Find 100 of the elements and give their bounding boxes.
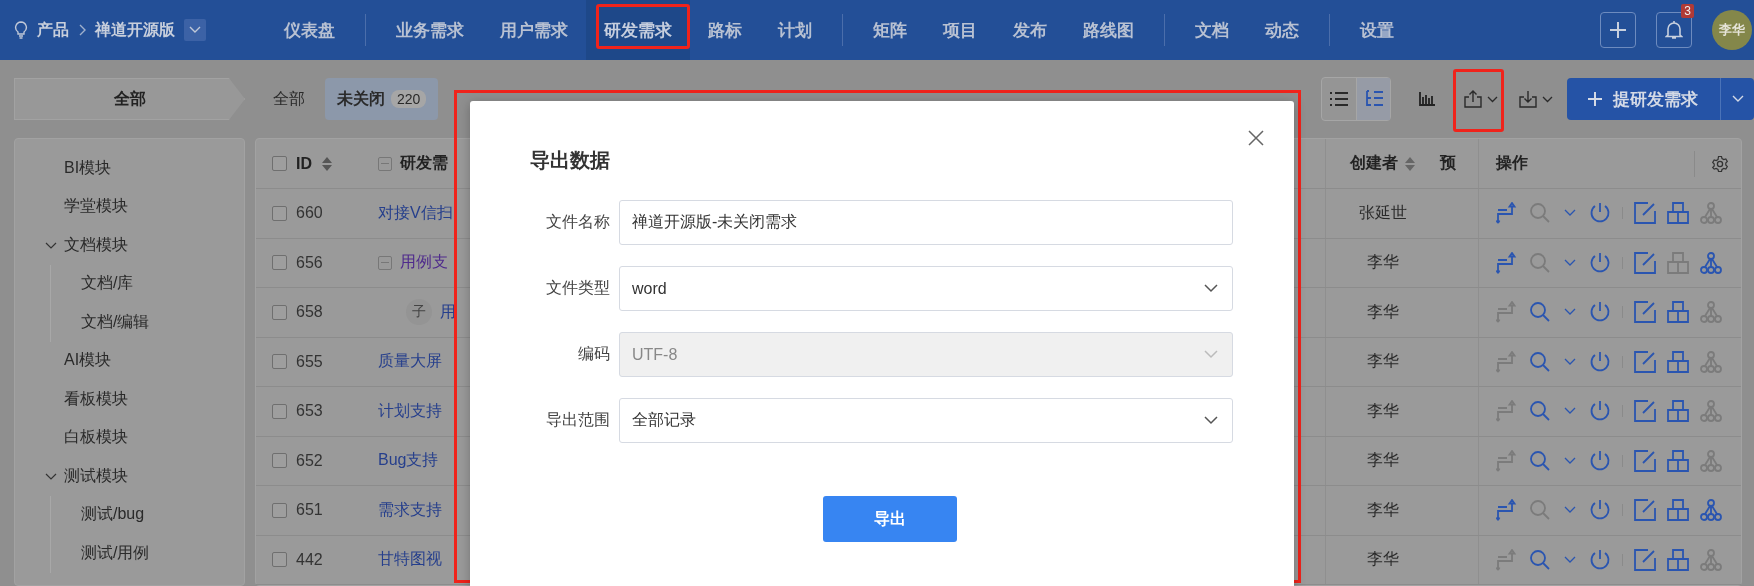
select-all-checkbox[interactable] (272, 156, 287, 171)
row-checkbox[interactable] (272, 403, 287, 419)
row-checkbox[interactable] (272, 304, 287, 320)
swap-arrows-icon[interactable] (1496, 301, 1518, 324)
story-title-link[interactable]: 甘特图视 (378, 549, 442, 571)
power-icon[interactable] (1589, 202, 1611, 225)
blocks-icon[interactable] (1667, 449, 1689, 472)
hierarchy-icon[interactable] (1700, 548, 1722, 571)
nav-tab[interactable]: 用户需求 (482, 0, 586, 60)
swap-arrows-icon[interactable] (1496, 449, 1518, 472)
column-header[interactable]: 创建者 (1350, 153, 1398, 174)
tree-item[interactable]: 文档/库 (81, 273, 134, 295)
tree-item[interactable]: 看板模块 (64, 388, 128, 410)
row-checkbox[interactable] (272, 502, 287, 518)
nav-tab[interactable]: 动态 (1247, 0, 1317, 60)
hierarchy-icon[interactable] (1700, 251, 1722, 274)
edit-icon[interactable] (1634, 548, 1656, 571)
column-header[interactable]: 研发需 (400, 153, 448, 174)
hierarchy-icon[interactable] (1700, 202, 1722, 225)
breadcrumb-item[interactable]: 产品 (37, 19, 69, 41)
story-title-link[interactable]: 对接V信扫 (378, 202, 453, 224)
nav-tab[interactable]: 业务需求 (378, 0, 482, 60)
collapse-toggle[interactable] (378, 255, 392, 270)
power-icon[interactable] (1589, 350, 1611, 373)
story-title-link[interactable]: 用 (440, 301, 456, 323)
edit-icon[interactable] (1634, 301, 1656, 324)
search-icon[interactable] (1529, 400, 1551, 423)
caret-icon[interactable] (1564, 456, 1576, 465)
add-button[interactable] (1600, 12, 1636, 48)
row-checkbox[interactable] (272, 205, 287, 221)
swap-arrows-icon[interactable] (1496, 499, 1518, 522)
nav-tab[interactable]: 矩阵 (855, 0, 925, 60)
search-icon[interactable] (1529, 449, 1551, 472)
power-icon[interactable] (1589, 400, 1611, 423)
select-field[interactable]: 全部记录 (619, 398, 1233, 443)
tree-item[interactable]: AI模块 (64, 350, 112, 372)
nav-tab[interactable]: 文档 (1177, 0, 1247, 60)
hierarchy-icon[interactable] (1700, 350, 1722, 373)
hierarchy-icon[interactable] (1700, 449, 1722, 472)
product-name[interactable]: 禅道开源版 (95, 19, 175, 41)
nav-tab[interactable]: 设置 (1342, 0, 1412, 60)
power-icon[interactable] (1589, 548, 1611, 571)
edit-icon[interactable] (1634, 400, 1656, 423)
close-icon[interactable] (1247, 129, 1265, 147)
search-icon[interactable] (1529, 202, 1551, 225)
caret-icon[interactable] (1564, 506, 1576, 515)
blocks-icon[interactable] (1667, 548, 1689, 571)
caret-icon[interactable] (1564, 555, 1576, 564)
row-checkbox[interactable] (272, 255, 287, 271)
power-icon[interactable] (1589, 251, 1611, 274)
swap-arrows-icon[interactable] (1496, 251, 1518, 274)
tree-view-button[interactable] (1356, 78, 1390, 120)
collapse-toggle[interactable] (378, 156, 392, 171)
sort-icon[interactable] (321, 155, 333, 172)
search-icon[interactable] (1529, 251, 1551, 274)
blocks-icon[interactable] (1667, 350, 1689, 373)
story-title-link[interactable]: 计划支持 (378, 400, 442, 422)
edit-icon[interactable] (1634, 499, 1656, 522)
hierarchy-icon[interactable] (1700, 301, 1722, 324)
nav-tab[interactable]: 计划 (760, 0, 830, 60)
nav-tab[interactable]: 研发需求 (586, 0, 690, 60)
scope-selector[interactable]: 全部 (14, 78, 245, 120)
blocks-icon[interactable] (1667, 499, 1689, 522)
settings-icon[interactable] (1711, 154, 1729, 173)
filter-tab[interactable]: 全部 (261, 78, 317, 120)
blocks-icon[interactable] (1667, 251, 1689, 274)
edit-icon[interactable] (1634, 449, 1656, 472)
input-field[interactable]: 禅道开源版-未关闭需求 (619, 200, 1233, 245)
story-title-link[interactable]: 需求支持 (378, 499, 442, 521)
blocks-icon[interactable] (1667, 301, 1689, 324)
column-header[interactable]: ID (296, 154, 312, 173)
nav-tab[interactable]: 项目 (925, 0, 995, 60)
power-icon[interactable] (1589, 301, 1611, 324)
blocks-icon[interactable] (1667, 400, 1689, 423)
nav-tab[interactable]: 发布 (995, 0, 1065, 60)
edit-icon[interactable] (1634, 251, 1656, 274)
tree-item[interactable]: 文档模块 (64, 234, 128, 256)
caret-icon[interactable] (1564, 357, 1576, 366)
caret-icon[interactable] (1564, 308, 1576, 317)
product-dropdown-button[interactable] (184, 19, 206, 41)
export-button[interactable]: 导出 (822, 496, 957, 542)
tree-item[interactable]: 文档/编辑 (81, 311, 150, 333)
story-title-link[interactable]: Bug支持 (378, 450, 439, 472)
caret-icon[interactable] (1564, 407, 1576, 416)
search-icon[interactable] (1529, 499, 1551, 522)
hierarchy-icon[interactable] (1700, 400, 1722, 423)
story-title-link[interactable]: 用例支 (400, 252, 448, 274)
hierarchy-icon[interactable] (1700, 499, 1722, 522)
tree-item[interactable]: BI模块 (64, 157, 112, 179)
power-icon[interactable] (1589, 499, 1611, 522)
user-avatar[interactable]: 李华 (1712, 10, 1752, 50)
nav-tab[interactable]: 仪表盘 (266, 0, 353, 60)
tree-item[interactable]: 测试模块 (64, 465, 128, 487)
power-icon[interactable] (1589, 449, 1611, 472)
swap-arrows-icon[interactable] (1496, 202, 1518, 225)
sort-icon[interactable] (1404, 155, 1416, 172)
search-icon[interactable] (1529, 350, 1551, 373)
swap-arrows-icon[interactable] (1496, 350, 1518, 373)
swap-arrows-icon[interactable] (1496, 400, 1518, 423)
edit-icon[interactable] (1634, 202, 1656, 225)
